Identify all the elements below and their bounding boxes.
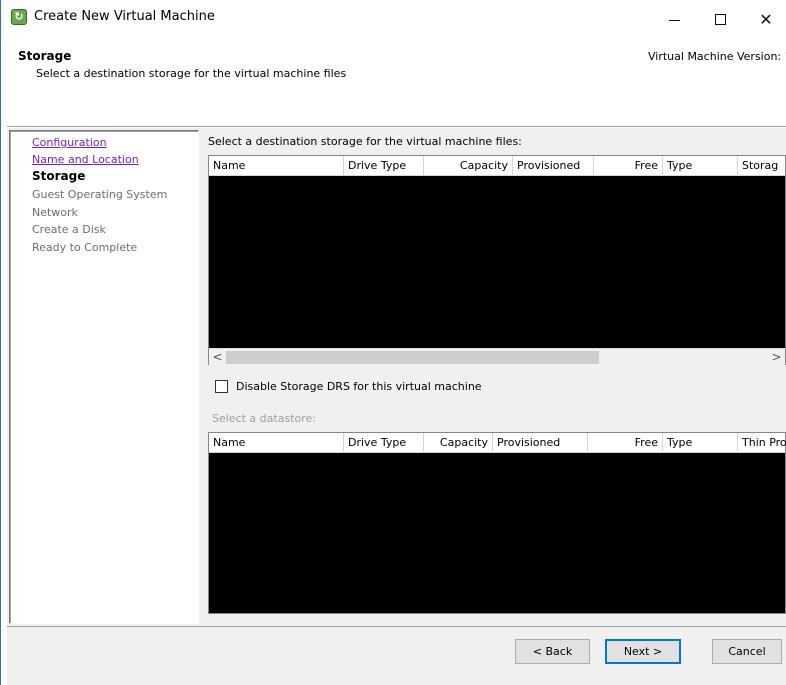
- datastore-table-header: Name Drive Type Capacity Provisioned Fre…: [209, 433, 786, 453]
- minimize-icon: [668, 19, 680, 21]
- ds-col-header-name[interactable]: Name: [209, 433, 344, 453]
- disable-drs-label[interactable]: Disable Storage DRS for this virtual mac…: [236, 380, 482, 393]
- col-header-type[interactable]: Type: [663, 156, 738, 176]
- col-header-storage[interactable]: Storag: [738, 156, 786, 176]
- col-header-capacity[interactable]: Capacity: [424, 156, 513, 176]
- storage-table-header: Name Drive Type Capacity Provisioned Fre…: [209, 156, 785, 176]
- disable-drs-checkbox[interactable]: [215, 380, 228, 393]
- datastore-table[interactable]: Name Drive Type Capacity Provisioned Fre…: [208, 432, 786, 614]
- wizard-header: Storage Select a destination storage for…: [0, 42, 786, 126]
- ds-col-header-type[interactable]: Type: [663, 433, 738, 453]
- disable-drs-option[interactable]: Disable Storage DRS for this virtual mac…: [215, 380, 482, 393]
- wizard-body: Configuration Name and Location Storage …: [7, 128, 786, 626]
- ds-col-header-capacity[interactable]: Capacity: [424, 433, 493, 453]
- vm-version-label: Virtual Machine Version: 11: [648, 50, 786, 63]
- datastore-table-body[interactable]: [209, 453, 785, 613]
- wizard-footer: < Back Next > Cancel: [7, 626, 786, 685]
- ds-col-header-thin[interactable]: Thin Pro: [738, 433, 786, 453]
- col-header-provisioned[interactable]: Provisioned: [513, 156, 594, 176]
- scroll-right-arrow[interactable]: >: [768, 349, 785, 366]
- col-header-drive-type[interactable]: Drive Type: [344, 156, 424, 176]
- col-header-free[interactable]: Free: [594, 156, 663, 176]
- nav-item-network: Network: [32, 206, 78, 219]
- back-button[interactable]: < Back: [515, 639, 590, 664]
- storage-table-body[interactable]: [209, 176, 785, 348]
- step-subtitle: Select a destination storage for the vir…: [36, 67, 347, 80]
- ds-col-header-free[interactable]: Free: [588, 433, 663, 453]
- scroll-left-arrow[interactable]: <: [209, 349, 226, 366]
- nav-item-create-disk: Create a Disk: [32, 223, 106, 236]
- nav-item-storage: Storage: [32, 169, 86, 183]
- vm-app-icon: ↻: [11, 9, 27, 25]
- maximize-icon: [714, 13, 726, 25]
- minimize-button[interactable]: [651, 4, 697, 34]
- ds-col-header-drive-type[interactable]: Drive Type: [344, 433, 424, 453]
- step-title: Storage: [18, 49, 72, 63]
- scroll-thumb[interactable]: [226, 351, 599, 364]
- cancel-button[interactable]: Cancel: [712, 639, 782, 664]
- storage-table[interactable]: Name Drive Type Capacity Provisioned Fre…: [208, 155, 786, 365]
- wizard-nav: Configuration Name and Location Storage …: [9, 130, 199, 624]
- ds-col-header-provisioned[interactable]: Provisioned: [493, 433, 588, 453]
- close-button[interactable]: ✕: [743, 4, 786, 34]
- close-icon: ✕: [759, 9, 773, 29]
- storage-hscrollbar[interactable]: < >: [209, 348, 785, 365]
- nav-item-ready: Ready to Complete: [32, 241, 138, 254]
- title-bar: ↻ Create New Virtual Machine ✕: [0, 0, 786, 42]
- nav-item-configuration[interactable]: Configuration: [32, 136, 107, 149]
- storage-prompt: Select a destination storage for the vir…: [208, 135, 522, 148]
- nav-item-name-and-location[interactable]: Name and Location: [32, 153, 139, 166]
- maximize-button[interactable]: [697, 4, 743, 34]
- window-title: Create New Virtual Machine: [34, 9, 215, 24]
- datastore-label: Select a datastore:: [212, 412, 316, 425]
- next-button[interactable]: Next >: [605, 639, 681, 664]
- col-header-name[interactable]: Name: [209, 156, 344, 176]
- nav-item-guest-os: Guest Operating System: [32, 188, 168, 201]
